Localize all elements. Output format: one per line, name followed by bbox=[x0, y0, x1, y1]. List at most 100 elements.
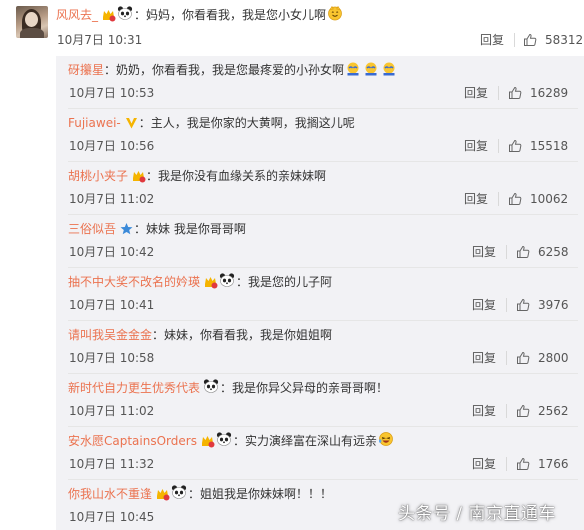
username-link[interactable]: 胡桃小夹子 bbox=[68, 167, 128, 185]
thumbs-up-icon bbox=[524, 33, 537, 46]
reply-button[interactable]: 回复 bbox=[464, 138, 488, 154]
reply-button[interactable]: 回复 bbox=[480, 32, 504, 48]
reply-line: 砑攥星 ：奶奶，你看看我，我是您最疼爱的小孙女啊 bbox=[68, 61, 398, 79]
like-count: 58312 bbox=[545, 33, 584, 47]
crying-emoji-icon bbox=[345, 60, 361, 81]
reply-text: ：姐姐我是你妹妹啊！！！ bbox=[188, 487, 333, 501]
star-badge-icon bbox=[119, 222, 134, 236]
reply-text: ：实力演绎富在深山有远亲 bbox=[232, 434, 377, 448]
panda-icon bbox=[171, 484, 187, 504]
panda-icon bbox=[219, 272, 235, 292]
comment-line: 风风去_ ：妈妈，你看看我，我是您小女儿啊 bbox=[56, 5, 344, 26]
divider bbox=[506, 404, 507, 418]
thumbs-up-icon bbox=[517, 245, 530, 258]
smile-emoji-icon bbox=[327, 5, 343, 26]
like-button[interactable]: 3976 bbox=[516, 297, 569, 313]
reply-timestamp: 10月7日 10:42 bbox=[69, 245, 155, 259]
like-count: 6258 bbox=[538, 245, 569, 259]
like-button[interactable]: 15518 bbox=[508, 138, 568, 154]
reply-timestamp: 10月7日 11:02 bbox=[69, 404, 155, 418]
crying-emoji-icon bbox=[363, 60, 379, 81]
reply-timestamp: 10月7日 10:45 bbox=[69, 510, 155, 524]
like-button[interactable]: 10062 bbox=[508, 191, 568, 207]
panda-icon bbox=[117, 5, 133, 25]
username-link[interactable]: Fujiawei- bbox=[68, 114, 121, 132]
like-button[interactable]: 1766 bbox=[516, 456, 569, 472]
thumbs-up-icon bbox=[517, 351, 530, 364]
reply-item: 胡桃小夹子 ：我是你没有血缘关系的亲妹妹啊 10月7日 11:02 回复 100… bbox=[56, 162, 584, 215]
reply-button[interactable]: 回复 bbox=[472, 403, 496, 419]
reply-line: 三俗似吾 ：妹妹 我是你哥哥啊 bbox=[68, 220, 246, 238]
divider bbox=[506, 245, 507, 259]
divider bbox=[498, 192, 499, 206]
reply-item: 请叫我吴金金金 ：妹妹，你看看我，我是你姐姐啊 10月7日 10:58 回复 2… bbox=[56, 321, 584, 374]
username-link[interactable]: 抽不中大奖不改名的妗瑛 bbox=[68, 273, 200, 291]
reply-button[interactable]: 回复 bbox=[472, 456, 496, 472]
like-button[interactable]: 16289 bbox=[508, 85, 568, 101]
divider bbox=[498, 86, 499, 100]
reply-text: ：主人，我是你家的大黄啊，我搁这儿呢 bbox=[138, 116, 355, 130]
reply-button[interactable]: 回复 bbox=[472, 350, 496, 366]
thumbs-up-icon bbox=[517, 298, 530, 311]
reply-line: Fujiawei- ：主人，我是你家的大黄啊，我搁这儿呢 bbox=[68, 114, 355, 132]
like-button[interactable]: 2562 bbox=[516, 403, 569, 419]
like-count: 1766 bbox=[538, 457, 569, 471]
vip-badge-icon[interactable] bbox=[203, 275, 218, 289]
reply-line: 你我山水不重逢 ：姐姐我是你妹妹啊！！！ bbox=[68, 484, 333, 504]
reply-button[interactable]: 回复 bbox=[472, 297, 496, 313]
reply-line: 胡桃小夹子 ：我是你没有血缘关系的亲妹妹啊 bbox=[68, 167, 326, 185]
reply-timestamp: 10月7日 10:58 bbox=[69, 351, 155, 365]
reply-button[interactable]: 回复 bbox=[464, 85, 488, 101]
vip-badge-icon[interactable] bbox=[200, 434, 215, 448]
username-link[interactable]: 请叫我吴金金金 bbox=[68, 326, 152, 344]
reply-text: ：奶奶，你看看我，我是您最疼爱的小孙女啊 bbox=[104, 63, 345, 77]
vip-badge-icon[interactable] bbox=[155, 487, 170, 501]
reply-button[interactable]: 回复 bbox=[464, 191, 488, 207]
username-link[interactable]: 新时代自力更生优秀代表 bbox=[68, 379, 200, 397]
reply-line: 新时代自力更生优秀代表 ：我是你异父异母的亲哥哥啊！ bbox=[68, 378, 388, 398]
username-link[interactable]: 三俗似吾 bbox=[68, 220, 116, 238]
thumbs-up-icon bbox=[517, 457, 530, 470]
reply-text: ：我是你没有血缘关系的亲妹妹啊 bbox=[146, 169, 327, 183]
divider bbox=[506, 351, 507, 365]
username-link[interactable]: 砑攥星 bbox=[68, 61, 104, 79]
reply-text: ：妹妹，你看看我，我是你姐姐啊 bbox=[152, 328, 333, 342]
thumbs-up-icon bbox=[517, 404, 530, 417]
like-button[interactable]: 2800 bbox=[516, 350, 569, 366]
reply-line: 请叫我吴金金金 ：妹妹，你看看我，我是你姐姐啊 bbox=[68, 326, 332, 344]
username-link[interactable]: 你我山水不重逢 bbox=[68, 485, 152, 503]
reply-line: 安水愿CaptainsOrders ：实力演绎富在深山有远亲 bbox=[68, 431, 395, 450]
vip-badge-icon[interactable] bbox=[101, 8, 116, 22]
like-count: 16289 bbox=[530, 86, 569, 100]
reply-button[interactable]: 回复 bbox=[472, 244, 496, 260]
watermark: 头条号 / 南京直通车 bbox=[398, 504, 557, 524]
panda-icon bbox=[203, 378, 219, 398]
comment-text: ：妈妈，你看看我，我是您小女儿啊 bbox=[134, 8, 327, 22]
avatar[interactable] bbox=[16, 6, 48, 38]
like-button[interactable]: 58312 bbox=[523, 32, 583, 48]
reply-timestamp: 10月7日 10:53 bbox=[69, 86, 155, 100]
like-count: 10062 bbox=[530, 192, 569, 206]
main-comment: 风风去_ ：妈妈，你看看我，我是您小女儿啊 10月7日 10:31 回复 583… bbox=[0, 0, 584, 56]
reply-text: ：妹妹 我是你哥哥啊 bbox=[134, 222, 246, 236]
reply-item: 三俗似吾 ：妹妹 我是你哥哥啊 10月7日 10:42 回复 6258 bbox=[56, 215, 584, 268]
reply-item: 新时代自力更生优秀代表 ：我是你异父异母的亲哥哥啊！ 10月7日 11:02 回… bbox=[56, 374, 584, 427]
vip-badge-icon[interactable] bbox=[131, 169, 146, 183]
username-link[interactable]: 安水愿CaptainsOrders bbox=[68, 432, 197, 450]
like-count: 2562 bbox=[538, 404, 569, 418]
divider bbox=[514, 33, 515, 47]
username-link[interactable]: 风风去_ bbox=[56, 6, 98, 24]
reply-timestamp: 10月7日 10:56 bbox=[69, 139, 155, 153]
divider bbox=[506, 298, 507, 312]
like-button[interactable]: 6258 bbox=[516, 244, 569, 260]
reply-item: 砑攥星 ：奶奶，你看看我，我是您最疼爱的小孙女啊 10月7日 10:53 回复 … bbox=[56, 56, 584, 109]
divider bbox=[506, 457, 507, 471]
divider bbox=[498, 139, 499, 153]
thumbs-up-icon bbox=[509, 192, 522, 205]
crying-emoji-icon bbox=[381, 60, 397, 81]
reply-item: 抽不中大奖不改名的妗瑛 ：我是您的儿子阿 10月7日 10:41 回复 3976 bbox=[56, 268, 584, 321]
thumbs-up-icon bbox=[509, 139, 522, 152]
like-count: 3976 bbox=[538, 298, 569, 312]
reply-timestamp: 10月7日 11:32 bbox=[69, 457, 155, 471]
reply-text: ：我是您的儿子阿 bbox=[236, 275, 333, 289]
